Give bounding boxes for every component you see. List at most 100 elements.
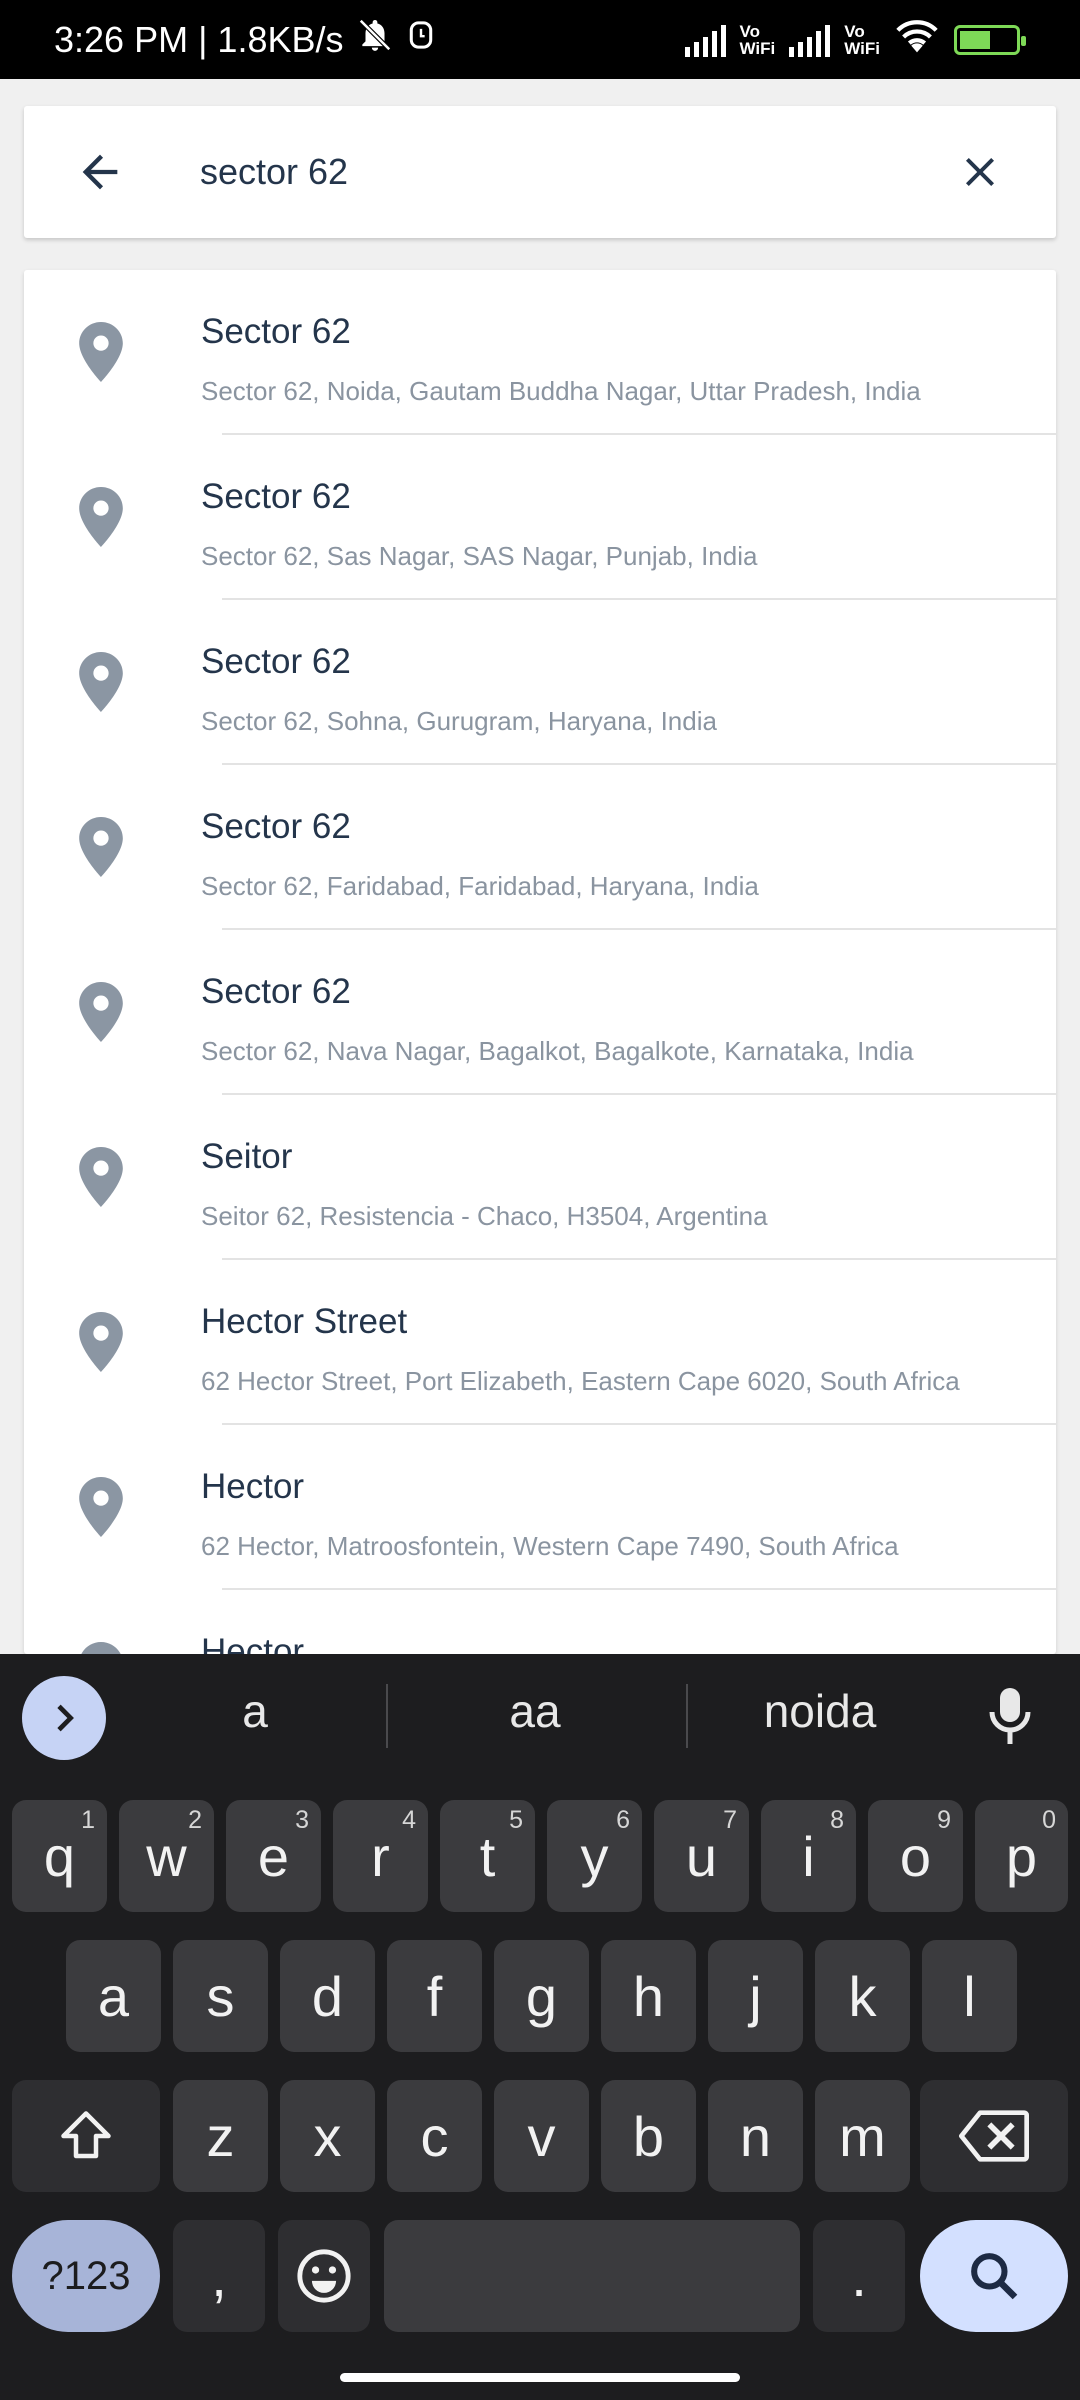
result-item[interactable]: Sector 62 Sector 62, Sas Nagar, SAS Naga… (24, 435, 1056, 600)
result-address: Sector 62, Noida, Gautam Buddha Nagar, U… (201, 376, 921, 406)
result-title: Sector 62 (201, 972, 351, 1011)
comma-key[interactable]: , (173, 2220, 265, 2332)
dnd-bell-off-icon (356, 16, 394, 63)
key-x[interactable]: x (280, 2080, 375, 2192)
result-item[interactable]: Hector (24, 1590, 1056, 1654)
result-title: Hector (201, 1467, 305, 1506)
location-pin-icon (79, 487, 123, 547)
key-n[interactable]: n (708, 2080, 803, 2192)
suggestion-2[interactable]: aa (420, 1684, 650, 1738)
location-pin-icon (79, 1477, 123, 1537)
key-k[interactable]: k (815, 1940, 910, 2052)
key-g[interactable]: g (494, 1940, 589, 2052)
search-results-list: Sector 62 Sector 62, Noida, Gautam Buddh… (24, 270, 1056, 1654)
suggestion-3[interactable]: noida (710, 1684, 930, 1738)
key-c[interactable]: c (387, 2080, 482, 2192)
key-w[interactable]: w2 (119, 1800, 214, 1912)
result-item[interactable]: Hector 62 Hector, Matroosfontein, Wester… (24, 1425, 1056, 1590)
backspace-icon (959, 2110, 1029, 2162)
divider (386, 1684, 388, 1748)
key-a[interactable]: a (66, 1940, 161, 2052)
key-s[interactable]: s (173, 1940, 268, 2052)
period-key[interactable]: . (813, 2220, 905, 2332)
result-title: Sector 62 (201, 642, 351, 681)
key-r[interactable]: r4 (333, 1800, 428, 1912)
key-j[interactable]: j (708, 1940, 803, 2052)
key-d[interactable]: d (280, 1940, 375, 2052)
result-title: Seitor (201, 1137, 293, 1176)
result-item[interactable]: Sector 62 Sector 62, Nava Nagar, Bagalko… (24, 930, 1056, 1095)
suggestion-bar: a aa noida (0, 1654, 1080, 1780)
key-t[interactable]: t5 (440, 1800, 535, 1912)
key-z[interactable]: z (173, 2080, 268, 2192)
key-q[interactable]: q1 (12, 1800, 107, 1912)
home-indicator[interactable] (340, 2373, 740, 2382)
result-item[interactable]: Sector 62 Sector 62, Faridabad, Faridaba… (24, 765, 1056, 930)
chevron-right-icon (57, 1704, 74, 1732)
key-i[interactable]: i8 (761, 1800, 856, 1912)
backspace-key[interactable] (920, 2080, 1068, 2192)
status-bar: 3:26 PM | 1.8KB/s Vo WiFi Vo WiFi (0, 0, 1080, 79)
battery-charging-icon (954, 24, 1026, 55)
vowifi-icon: Vo WiFi (739, 21, 776, 58)
result-address: 62 Hector Street, Port Elizabeth, Easter… (201, 1366, 960, 1396)
emoji-icon (297, 2249, 351, 2303)
status-time-network: 3:26 PM | 1.8KB/s (54, 18, 344, 60)
result-item[interactable]: Sector 62 Sector 62, Noida, Gautam Buddh… (24, 270, 1056, 435)
divider (686, 1684, 688, 1748)
location-pin-icon (79, 982, 123, 1042)
result-address: 62 Hector, Matroosfontein, Western Cape … (201, 1531, 899, 1561)
location-pin-icon (79, 652, 123, 712)
key-b[interactable]: b (601, 2080, 696, 2192)
result-address: Sector 62, Sas Nagar, SAS Nagar, Punjab,… (201, 541, 758, 571)
location-pin-icon (79, 322, 123, 382)
search-input[interactable] (200, 142, 900, 202)
clear-search-button[interactable] (944, 136, 1016, 208)
signal-icon-2 (789, 23, 831, 57)
search-key[interactable] (920, 2220, 1068, 2332)
key-o[interactable]: o9 (868, 1800, 963, 1912)
emoji-key[interactable] (278, 2220, 370, 2332)
arrow-left-icon (82, 154, 118, 190)
result-item[interactable]: Seitor Seitor 62, Resistencia - Chaco, H… (24, 1095, 1056, 1260)
key-h[interactable]: h (601, 1940, 696, 2052)
location-pin-icon (79, 1312, 123, 1372)
shift-key[interactable] (12, 2080, 160, 2192)
result-title: Hector Street (201, 1302, 408, 1341)
result-title: Sector 62 (201, 312, 351, 351)
result-address: Sector 62, Nava Nagar, Bagalkot, Bagalko… (201, 1036, 914, 1066)
key-e[interactable]: e3 (226, 1800, 321, 1912)
result-title: Sector 62 (201, 807, 351, 846)
key-l[interactable]: l (922, 1940, 1017, 2052)
keyboard: a aa noida q1 w2 e3 r4 t5 y6 u7 i8 o9 p0… (0, 1654, 1080, 2400)
key-f[interactable]: f (387, 1940, 482, 2052)
result-address: Sector 62, Faridabad, Faridabad, Haryana… (201, 871, 759, 901)
alarm-clock-icon (406, 18, 436, 61)
result-title: Sector 62 (201, 477, 351, 516)
symbols-key[interactable]: ?123 (12, 2220, 160, 2332)
key-m[interactable]: m (815, 2080, 910, 2192)
close-icon (966, 158, 994, 186)
shift-icon (61, 2111, 111, 2159)
space-key[interactable] (384, 2220, 800, 2332)
keyboard-menu-button[interactable] (22, 1676, 106, 1760)
key-y[interactable]: y6 (547, 1800, 642, 1912)
suggestion-1[interactable]: a (150, 1684, 360, 1738)
result-address: Sector 62, Sohna, Gurugram, Haryana, Ind… (201, 706, 717, 736)
microphone-button[interactable] (980, 1680, 1040, 1752)
result-item[interactable]: Hector Street 62 Hector Street, Port Eli… (24, 1260, 1056, 1425)
result-item[interactable]: Sector 62 Sector 62, Sohna, Gurugram, Ha… (24, 600, 1056, 765)
location-pin-icon (79, 1147, 123, 1207)
key-u[interactable]: u7 (654, 1800, 749, 1912)
back-button[interactable] (64, 136, 136, 208)
key-p[interactable]: p0 (975, 1800, 1068, 1912)
search-bar (24, 106, 1056, 238)
signal-icon (684, 23, 726, 57)
search-icon (971, 2253, 1018, 2300)
location-pin-icon (81, 1642, 121, 1654)
key-v[interactable]: v (494, 2080, 589, 2192)
vowifi-icon-2: Vo WiFi (844, 21, 880, 58)
result-address: Seitor 62, Resistencia - Chaco, H3504, A… (201, 1201, 768, 1231)
result-title: Hector (201, 1632, 305, 1654)
microphone-icon (989, 1688, 1031, 1744)
